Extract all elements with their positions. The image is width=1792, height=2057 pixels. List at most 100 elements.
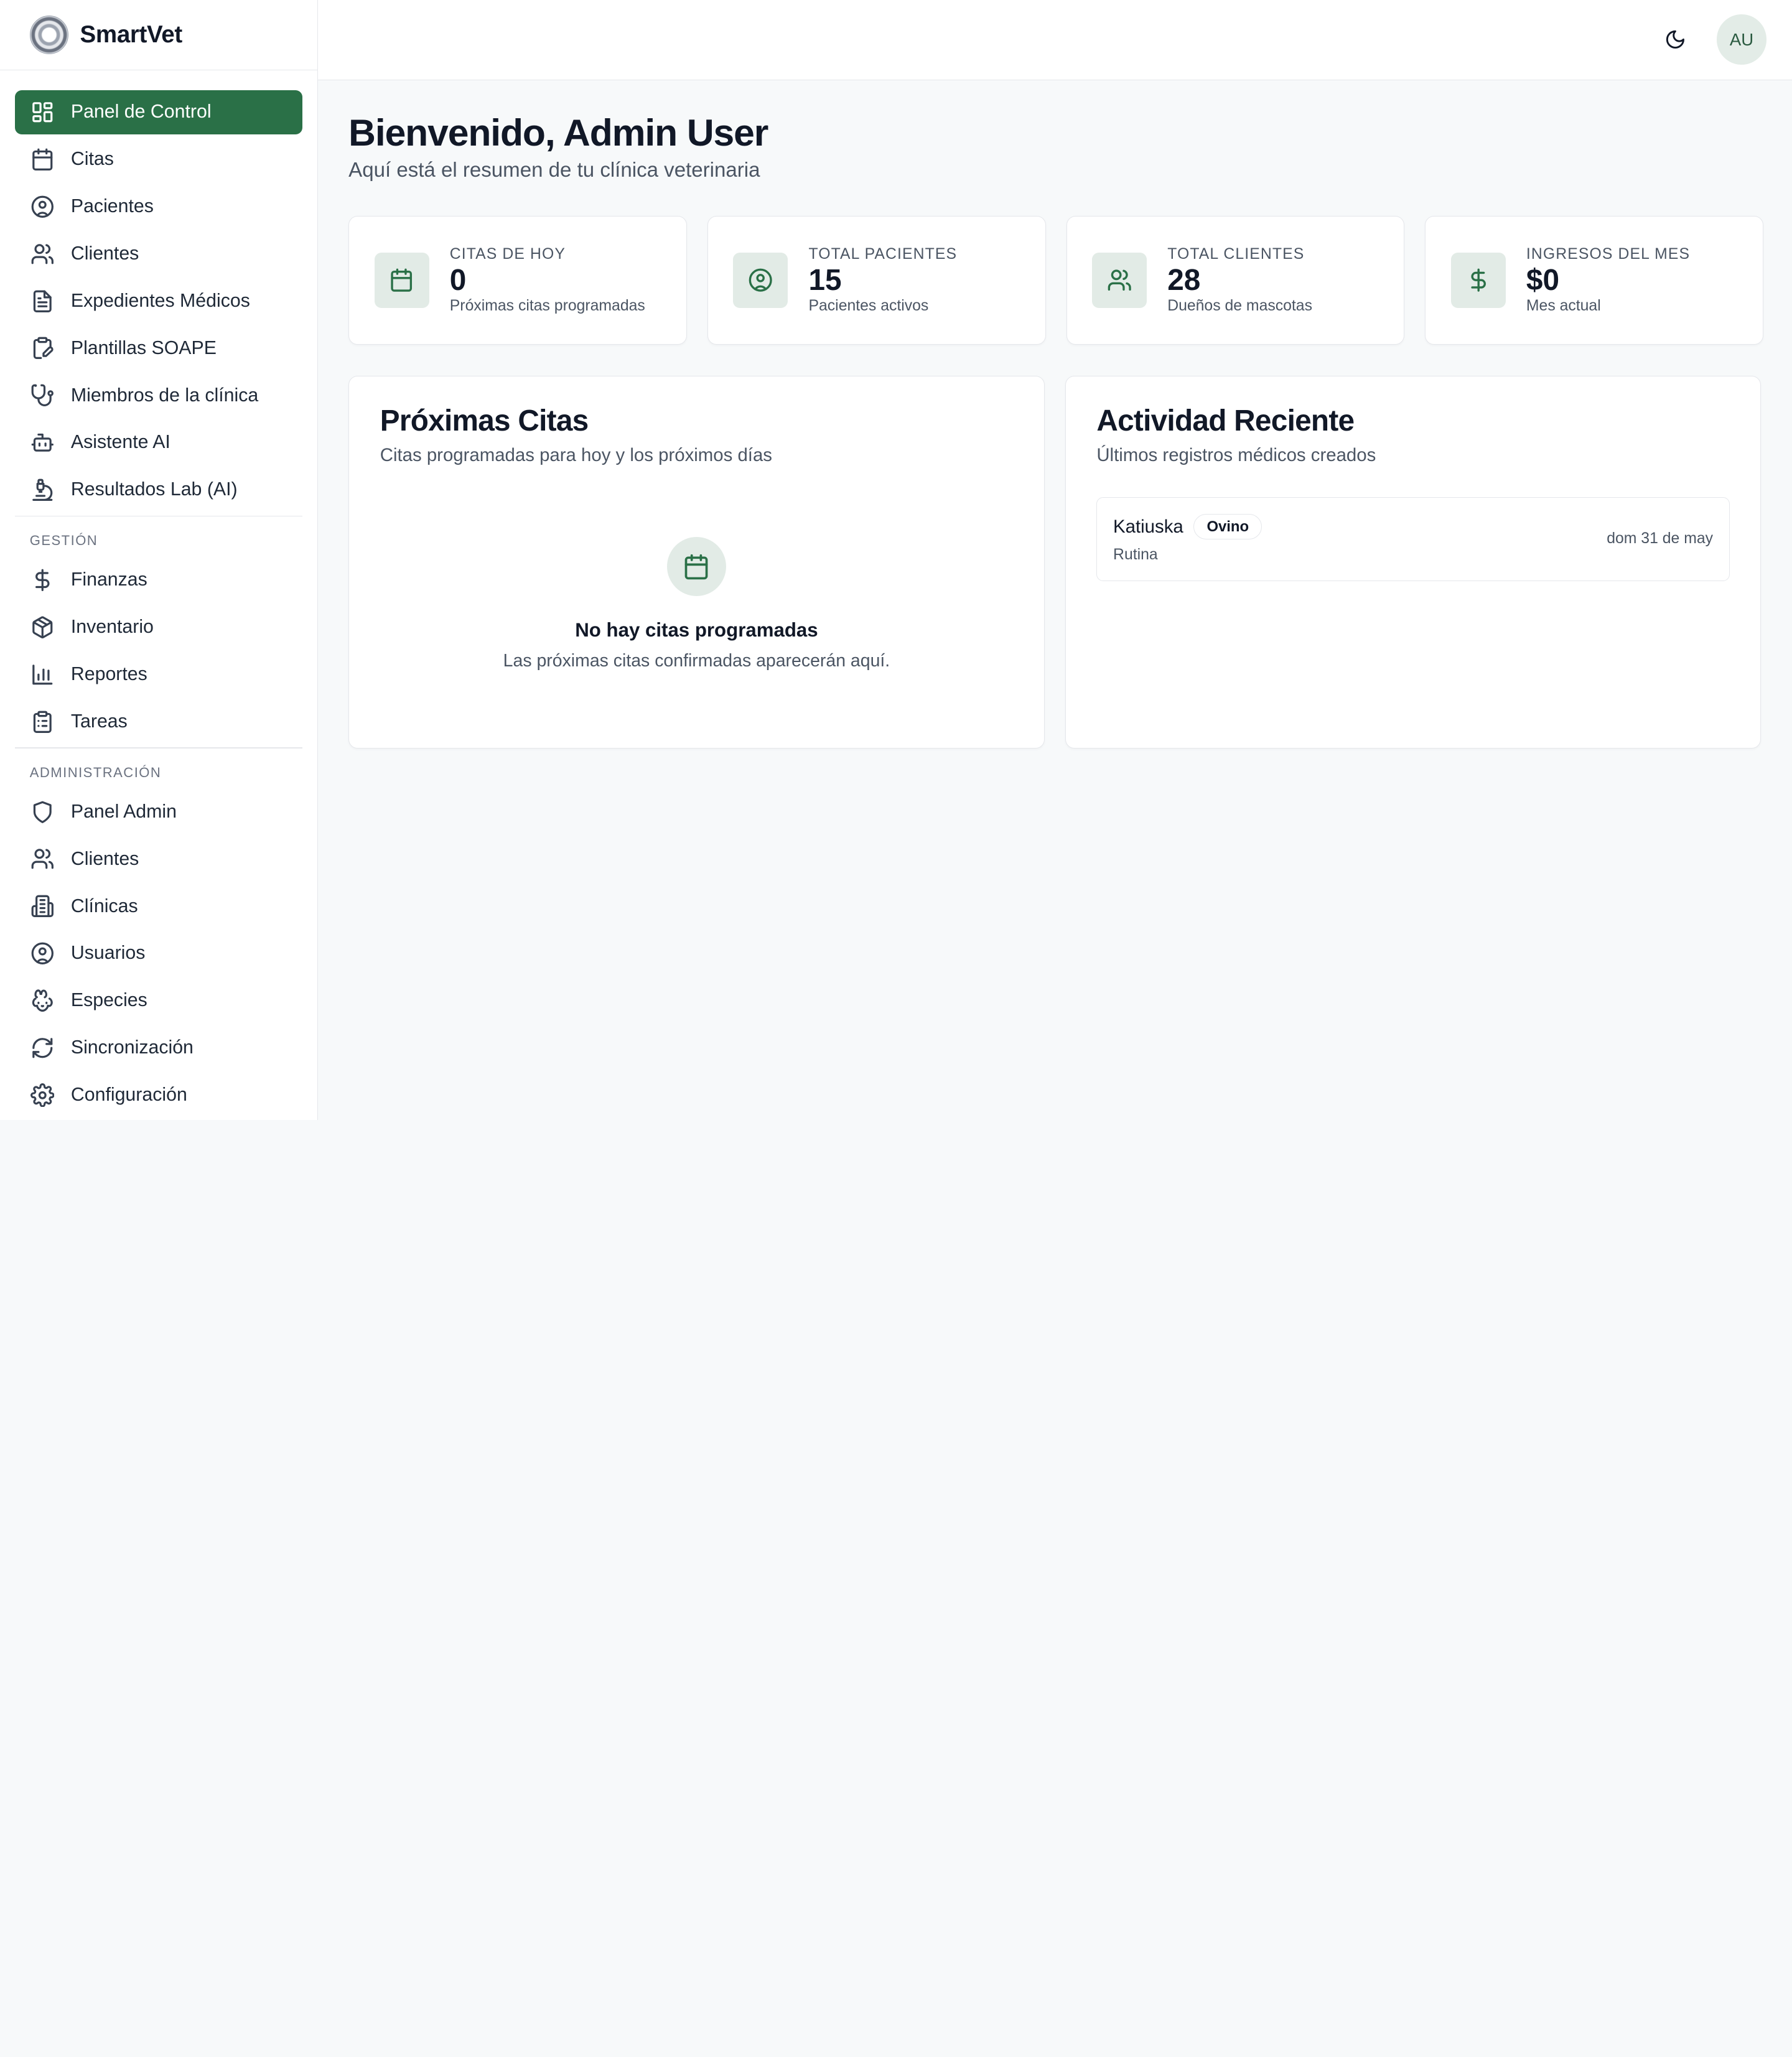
sidebar-item-miembros[interactable]: Miembros de la clínica <box>15 373 302 418</box>
panel-title: Actividad Reciente <box>1096 404 1355 437</box>
file-text-icon <box>30 289 55 314</box>
sidebar-item-pacientes[interactable]: Pacientes <box>15 184 302 229</box>
sidebar-item-label: Citas <box>70 149 114 170</box>
sidebar-item-label: Panel Admin <box>70 801 177 822</box>
users-icon <box>30 847 55 872</box>
sidebar-item-label: Finanzas <box>70 569 147 590</box>
empty-state-title: No hay citas programadas <box>575 619 818 641</box>
users-icon <box>1091 253 1147 308</box>
sidebar-item-clinicas[interactable]: Clínicas <box>15 884 302 929</box>
sidebar-item-admin-clientes[interactable]: Clientes <box>15 837 302 882</box>
panel-title: Próximas Citas <box>380 404 589 437</box>
user-circle-icon <box>733 253 788 308</box>
sidebar-item-label: Configuración <box>70 1084 187 1105</box>
sidebar-item-inventario[interactable]: Inventario <box>15 605 302 650</box>
brand-name: SmartVet <box>80 21 183 49</box>
stat-value: 0 <box>449 263 467 297</box>
species-badge: Ovino <box>1193 514 1262 540</box>
panels-row: Próximas Citas Citas programadas para ho… <box>348 375 1763 749</box>
refresh-icon <box>30 1035 55 1060</box>
sidebar-item-label: Panel de Control <box>70 101 212 123</box>
stat-card-pacientes[interactable]: TOTAL PACIENTES 15 Pacientes activos <box>707 215 1046 345</box>
bar-chart-icon <box>30 662 55 687</box>
sidebar-nav: Panel de Control Citas Pacientes Cliente… <box>0 70 317 1120</box>
stat-value: 28 <box>1167 263 1201 297</box>
section-title-gestion: GESTIÓN <box>29 533 98 549</box>
sidebar-item-sincronizacion[interactable]: Sincronización <box>15 1025 302 1070</box>
user-circle-icon <box>30 194 55 219</box>
sidebar-item-label: Clientes <box>70 243 139 264</box>
stat-card-citas[interactable]: CITAS DE HOY 0 Próximas citas programada… <box>348 215 687 345</box>
sidebar-item-label: Clínicas <box>70 895 138 917</box>
page-title: Bienvenido, Admin User <box>348 111 768 154</box>
stat-desc: Próximas citas programadas <box>449 297 645 315</box>
activity-item[interactable]: Katiuska Ovino Rutina dom 31 de may <box>1096 497 1730 582</box>
empty-state-subtitle: Las próximas citas confirmadas aparecerá… <box>503 650 890 671</box>
sidebar-item-label: Resultados Lab (AI) <box>70 479 238 500</box>
sidebar-item-configuracion[interactable]: Configuración <box>15 1073 302 1117</box>
divider <box>14 515 302 517</box>
user-circle-icon <box>30 941 55 966</box>
stat-card-clientes[interactable]: TOTAL CLIENTES 28 Dueños de mascotas <box>1066 215 1405 345</box>
sidebar-item-usuarios[interactable]: Usuarios <box>15 931 302 976</box>
sidebar-item-citas[interactable]: Citas <box>15 137 302 182</box>
sidebar-item-label: Plantillas SOAPE <box>70 337 217 358</box>
main-area: AU Bienvenido, Admin User Aquí está el r… <box>317 0 1792 1120</box>
dollar-icon <box>30 567 55 592</box>
sidebar-item-label: Reportes <box>70 663 147 684</box>
moon-icon <box>1666 30 1685 49</box>
avatar[interactable]: AU <box>1716 14 1767 65</box>
dollar-icon <box>1450 253 1506 308</box>
record-type: Rutina <box>1113 546 1158 564</box>
sidebar-item-label: Expedientes Médicos <box>70 290 250 311</box>
brand[interactable]: SmartVet <box>0 0 317 71</box>
stethoscope-icon <box>30 383 55 408</box>
sidebar-item-panel-admin[interactable]: Panel Admin <box>15 790 302 834</box>
sidebar: SmartVet Panel de Control Citas Paciente… <box>0 0 318 1120</box>
calendar-icon <box>374 253 429 308</box>
sidebar-item-especies[interactable]: Especies <box>15 978 302 1023</box>
dashboard-content: Bienvenido, Admin User Aquí está el resu… <box>318 80 1792 778</box>
sidebar-item-label: Sincronización <box>70 1037 194 1058</box>
gear-icon <box>30 1083 55 1108</box>
package-icon <box>30 615 55 640</box>
sidebar-item-tareas[interactable]: Tareas <box>15 699 302 744</box>
stat-label: TOTAL CLIENTES <box>1167 245 1305 263</box>
sidebar-item-clientes[interactable]: Clientes <box>15 231 302 276</box>
sidebar-item-plantillas[interactable]: Plantillas SOAPE <box>15 326 302 371</box>
sidebar-item-expedientes[interactable]: Expedientes Médicos <box>15 279 302 324</box>
sidebar-item-label: Pacientes <box>70 196 154 217</box>
calendar-icon <box>666 536 727 597</box>
theme-toggle-button[interactable] <box>1657 21 1694 58</box>
building-icon <box>30 893 55 918</box>
stats-row: CITAS DE HOY 0 Próximas citas programada… <box>348 215 1763 345</box>
paw-icon <box>30 988 55 1013</box>
bot-icon <box>30 430 55 455</box>
stat-desc: Pacientes activos <box>808 297 929 315</box>
divider <box>14 747 302 749</box>
stat-desc: Mes actual <box>1526 297 1601 315</box>
sidebar-item-resultados-lab[interactable]: Resultados Lab (AI) <box>15 467 302 512</box>
sidebar-item-panel-de-control[interactable]: Panel de Control <box>14 90 302 135</box>
empty-state: No hay citas programadas Las próximas ci… <box>380 536 1013 671</box>
sidebar-item-reportes[interactable]: Reportes <box>15 652 302 697</box>
sidebar-item-finanzas[interactable]: Finanzas <box>15 557 302 602</box>
stat-card-ingresos[interactable]: INGRESOS DEL MES $0 Mes actual <box>1425 215 1763 345</box>
layout-dashboard-icon <box>30 100 55 124</box>
microscope-icon <box>30 477 55 502</box>
clipboard-list-icon <box>30 709 55 734</box>
panel-subtitle: Últimos registros médicos creados <box>1096 444 1376 465</box>
sidebar-item-label: Miembros de la clínica <box>70 385 259 406</box>
topbar: AU <box>317 0 1792 80</box>
page-subtitle: Aquí está el resumen de tu clínica veter… <box>348 159 760 182</box>
sidebar-item-asistente-ai[interactable]: Asistente AI <box>15 421 302 465</box>
stat-label: CITAS DE HOY <box>449 245 566 263</box>
sidebar-item-label: Tareas <box>70 711 128 732</box>
upcoming-appointments-panel: Próximas Citas Citas programadas para ho… <box>348 375 1045 749</box>
brand-logo <box>29 15 69 55</box>
sidebar-item-label: Clientes <box>70 848 139 869</box>
recent-activity-panel: Actividad Reciente Últimos registros méd… <box>1065 375 1762 749</box>
users-icon <box>30 241 55 266</box>
calendar-icon <box>30 147 55 172</box>
sidebar-item-label: Asistente AI <box>70 432 170 453</box>
